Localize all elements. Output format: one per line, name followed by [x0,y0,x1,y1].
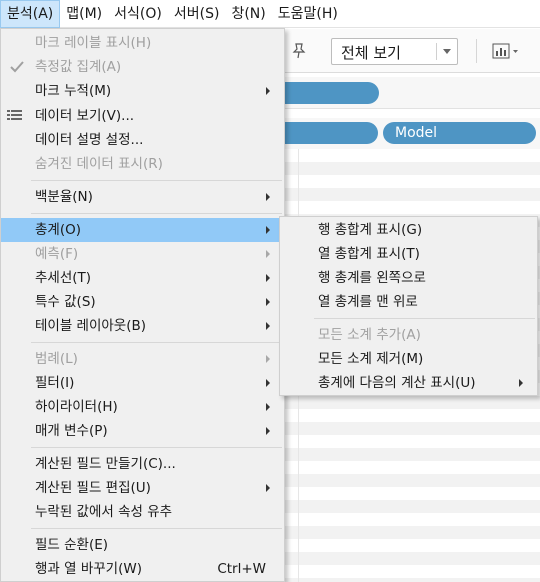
menu-item-column-totals-top[interactable]: 열 총계를 맨 위로 [280,290,537,314]
menu-item-show-column-grand-totals[interactable]: 열 총합계 표시(T) [280,242,537,266]
menu-item-label: 필드 순환(E) [35,537,109,553]
chevron-right-icon [519,379,523,387]
menu-item-parameters[interactable]: 매개 변수(P) [1,419,284,443]
menu-item-label: 계산된 필드 만들기(C)... [35,456,176,472]
menu-item-edit-calculated-field[interactable]: 계산된 필드 편집(U) [1,476,284,500]
table-list-icon [7,110,22,120]
menu-format[interactable]: 서식(O) [108,0,168,28]
chevron-right-icon [266,193,270,201]
menu-item-cycle-fields[interactable]: 필드 순환(E) [1,533,284,557]
menu-item-label: 행과 열 바꾸기(W) [35,561,142,577]
chevron-right-icon [266,403,270,411]
chevron-right-icon [266,250,270,258]
menu-item-describe-data[interactable]: 데이터 설명 설정... [1,128,284,152]
chevron-right-icon [266,355,270,363]
menu-item-stack-marks[interactable]: 마크 누적(M) [1,79,284,103]
chevron-right-icon [266,379,270,387]
menu-item-label: 데이터 설명 설정... [35,132,144,148]
chevron-right-icon [266,226,270,234]
fit-view-label: 전체 보기 [341,44,401,62]
menu-analysis[interactable]: 분석(A) [0,0,61,28]
menu-separator [31,528,282,529]
menu-item-legends[interactable]: 범례(L) [1,347,284,371]
show-me-chart-icon[interactable] [492,41,520,61]
chevron-right-icon [266,298,270,306]
menu-item-swap-rows-columns[interactable]: 행과 열 바꾸기(W) Ctrl+W [1,557,284,581]
menu-item-view-data[interactable]: 데이터 보기(V)... [1,104,284,128]
menu-item-show-row-grand-totals[interactable]: 행 총합계 표시(G) [280,218,537,242]
columns-pill-model[interactable]: Model [383,122,536,144]
menu-item-label: 추세선(T) [35,270,92,286]
menu-item-label: 하이라이터(H) [35,399,118,415]
menu-map[interactable]: 맵(M) [60,0,108,28]
pin-icon[interactable] [289,41,309,61]
menu-item-label: 행 총합계 표시(G) [318,222,423,238]
chevron-right-icon [266,87,270,95]
menu-item-label: 모든 소계 추가(A) [318,327,421,343]
menu-separator [31,342,282,343]
menu-item-special-values[interactable]: 특수 값(S) [1,290,284,314]
menu-item-label: 열 총합계 표시(T) [318,246,420,262]
menu-item-label: 마크 레이블 표시(H) [35,35,152,51]
menu-server[interactable]: 서버(S) [168,0,226,28]
shortcut-label: Ctrl+W [217,561,266,577]
chevron-down-icon [443,49,451,54]
menu-item-label: 범례(L) [35,351,78,367]
menu-item-label: 누락된 값에서 속성 유추 [35,504,173,520]
menu-item-label: 데이터 보기(V)... [35,108,135,124]
menu-item-create-calculated-field[interactable]: 계산된 필드 만들기(C)... [1,452,284,476]
menu-item-filters[interactable]: 필터(I) [1,371,284,395]
menu-separator [314,318,535,319]
totals-submenu: 행 총합계 표시(G) 열 총합계 표시(T) 행 총계를 왼쪽으로 열 총계를… [279,216,538,396]
menu-item-forecast[interactable]: 예측(F) [1,242,284,266]
menu-item-remove-all-subtotals[interactable]: 모든 소계 제거(M) [280,347,537,371]
menu-item-infer-properties[interactable]: 누락된 값에서 속성 유추 [1,500,284,524]
menu-item-label: 테이블 레이아웃(B) [35,318,147,334]
menu-item-percentages[interactable]: 백분율(N) [1,185,284,209]
chevron-right-icon [266,427,270,435]
chevron-right-icon [266,484,270,492]
chevron-right-icon [266,274,270,282]
menu-item-show-mark-labels[interactable]: 마크 레이블 표시(H) [1,31,284,55]
menu-item-label: 마크 누적(M) [35,83,112,99]
menu-item-label: 숨겨진 데이터 표시(R) [35,156,163,172]
menu-help[interactable]: 도움말(H) [272,0,344,28]
menu-window[interactable]: 창(N) [225,0,271,28]
menu-item-label: 행 총계를 왼쪽으로 [318,270,426,286]
menu-item-table-layout[interactable]: 테이블 레이아웃(B) [1,314,284,338]
menu-item-total-using[interactable]: 총계에 다음의 계산 표시(U) [280,371,537,395]
menu-item-row-totals-left[interactable]: 행 총계를 왼쪽으로 [280,266,537,290]
menu-separator [31,447,282,448]
menu-item-totals[interactable]: 총계(O) [1,218,284,242]
menu-item-label: 예측(F) [35,246,79,262]
menu-separator [31,180,282,181]
menu-item-label: 매개 변수(P) [35,423,108,439]
dropdown-divider [436,43,437,60]
menu-item-aggregate-measures[interactable]: 측정값 집계(A) [1,55,284,79]
analysis-menu: 마크 레이블 표시(H) 측정값 집계(A) 마크 누적(M) 데이터 보기(V… [0,28,285,582]
menu-bar: 분석(A) 맵(M) 서식(O) 서버(S) 창(N) 도움말(H) [0,0,540,28]
menu-item-label: 총계에 다음의 계산 표시(U) [318,375,476,391]
menu-separator [31,213,282,214]
menu-item-label: 특수 값(S) [35,294,96,310]
menu-item-label: 필터(I) [35,375,75,391]
toolbar-divider [476,39,477,63]
menu-item-highlighters[interactable]: 하이라이터(H) [1,395,284,419]
menu-item-label: 모든 소계 제거(M) [318,351,424,367]
menu-item-label: 측정값 집계(A) [35,59,122,75]
menu-item-label: 백분율(N) [35,189,93,205]
menu-item-show-hidden-data[interactable]: 숨겨진 데이터 표시(R) [1,152,284,176]
menu-item-add-all-subtotals[interactable]: 모든 소계 추가(A) [280,323,537,347]
menu-item-label: 열 총계를 맨 위로 [318,294,418,310]
fit-view-dropdown[interactable]: 전체 보기 [331,38,458,65]
menu-item-label: 계산된 필드 편집(U) [35,480,151,496]
checkmark-icon [10,61,24,73]
chevron-right-icon [266,322,270,330]
menu-item-label: 총계(O) [35,222,81,238]
menu-item-trend-lines[interactable]: 추세선(T) [1,266,284,290]
